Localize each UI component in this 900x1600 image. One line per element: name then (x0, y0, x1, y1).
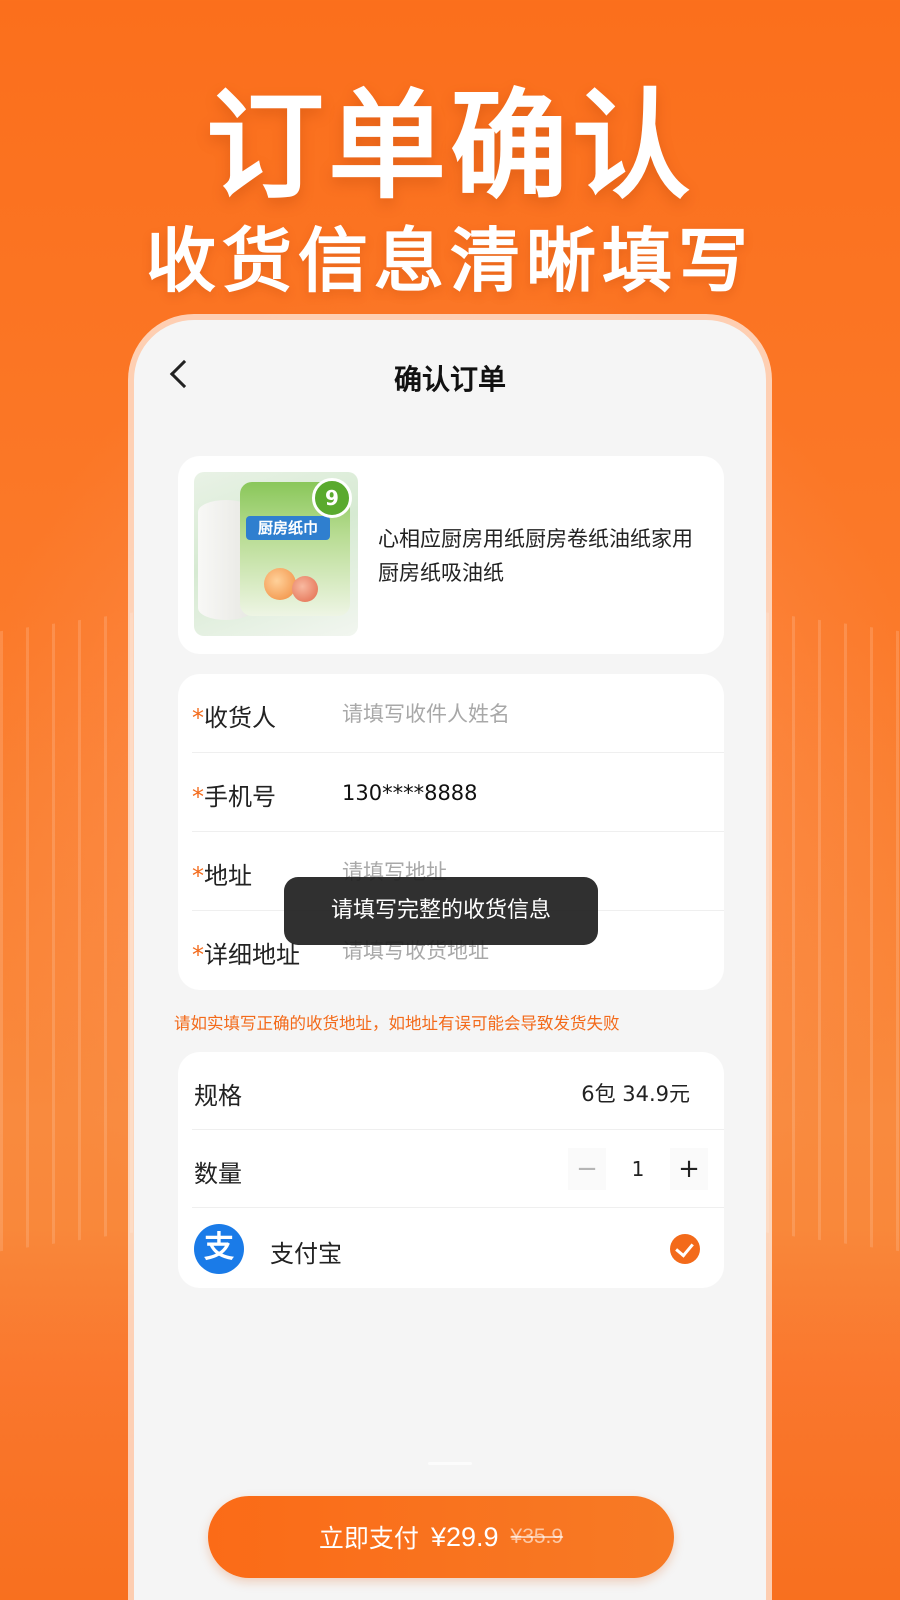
form-row-receiver: *收货人 (192, 674, 724, 753)
detail-address-label-text: 详细地址 (204, 941, 300, 969)
required-mark: * (192, 704, 204, 732)
spec-row[interactable]: 规格 6包 34.9元 (192, 1052, 724, 1130)
form-row-phone: *手机号 (192, 753, 724, 832)
order-options-card: 规格 6包 34.9元 数量 − 1 + 支 支付宝 (178, 1052, 724, 1288)
hero-title: 订单确认 (205, 77, 694, 215)
home-indicator (428, 1462, 472, 1465)
product-card[interactable]: 厨房纸巾 9 心相应厨房用纸厨房卷纸油纸家用厨房纸吸油纸 (178, 456, 724, 654)
phone-screen: 确认订单 厨房纸巾 9 心相应厨房用纸厨房卷纸油纸家用厨房纸吸油纸 *收货人 *… (134, 320, 766, 1600)
hero-subtitle: 收货信息清晰填写 (146, 220, 754, 302)
toast-message: 请填写完整的收货信息 (284, 877, 598, 945)
product-pack-badge: 9 (312, 478, 352, 518)
page-title: 确认订单 (393, 363, 506, 396)
decrease-quantity-button[interactable]: − (568, 1148, 606, 1190)
original-price: ¥35.9 (510, 1525, 564, 1548)
phone-label-text: 手机号 (204, 783, 276, 811)
phone-input[interactable] (342, 775, 702, 811)
checkmark-icon[interactable] (670, 1234, 700, 1264)
address-label: *地址 (192, 856, 252, 891)
alipay-icon: 支 (194, 1224, 244, 1274)
pay-now-label: 立即支付 (318, 1525, 419, 1553)
quantity-label: 数量 (194, 1160, 242, 1188)
product-image: 厨房纸巾 9 (194, 472, 358, 636)
quantity-row: 数量 − 1 + (192, 1130, 724, 1208)
payment-method-row[interactable]: 支 支付宝 (192, 1208, 724, 1286)
required-mark: * (192, 862, 204, 890)
detail-address-label: *详细地址 (192, 935, 300, 970)
fruit-graphic (264, 568, 296, 600)
spec-value: 6包 34.9元 (581, 1082, 690, 1106)
payment-method-label: 支付宝 (270, 1240, 342, 1268)
required-mark: * (192, 783, 204, 811)
address-notice: 请如实填写正确的收货地址，如地址有误可能会导致发货失败 (174, 1014, 620, 1033)
receiver-label: *收货人 (192, 698, 276, 733)
product-title: 心相应厨房用纸厨房卷纸油纸家用厨房纸吸油纸 (378, 527, 693, 585)
pay-now-button[interactable]: 立即支付 ¥29.9 ¥35.9 (208, 1496, 674, 1578)
increase-quantity-button[interactable]: + (670, 1148, 708, 1190)
nav-bar: 确认订单 (134, 320, 766, 430)
fruit-graphic-2 (292, 576, 318, 602)
spec-label: 规格 (194, 1082, 242, 1110)
quantity-stepper: − 1 + (568, 1148, 708, 1190)
product-pack-label: 厨房纸巾 (246, 516, 330, 540)
required-mark: * (192, 941, 204, 969)
address-label-text: 地址 (204, 862, 252, 890)
receiver-label-text: 收货人 (204, 704, 276, 732)
phone-label: *手机号 (192, 777, 276, 812)
receiver-input[interactable] (342, 696, 702, 732)
pay-price: ¥29.9 (430, 1521, 499, 1552)
quantity-value[interactable]: 1 (608, 1148, 668, 1190)
